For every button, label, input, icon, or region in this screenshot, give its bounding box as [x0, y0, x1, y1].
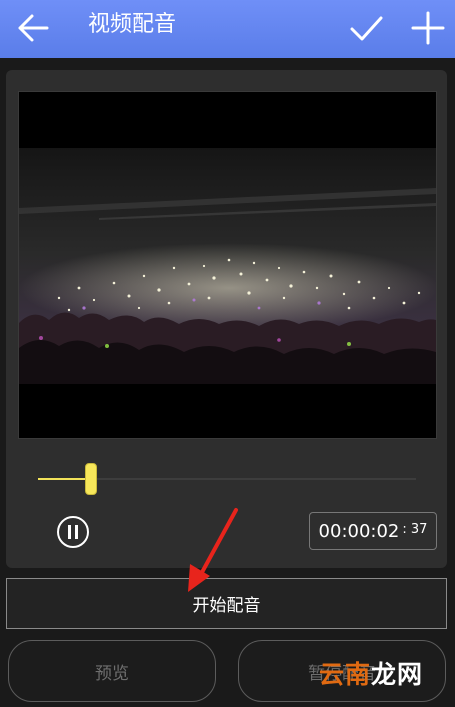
annotation-arrow-icon	[188, 508, 238, 592]
seek-thumb[interactable]	[84, 463, 97, 495]
back-arrow-icon[interactable]	[14, 8, 54, 48]
pause-icon[interactable]	[56, 515, 90, 549]
preview-button[interactable]: 预览	[8, 640, 216, 702]
watermark-part1: 云南	[319, 660, 372, 689]
concert-video-frame	[19, 148, 436, 384]
watermark-part2: 龙网	[371, 660, 424, 689]
top-bar: 视频配音	[0, 0, 455, 58]
video-preview[interactable]	[18, 91, 437, 439]
plus-icon[interactable]	[408, 8, 448, 48]
time-readout: 00:00:02 : 37	[309, 512, 437, 550]
page-title: 视频配音	[88, 12, 177, 37]
time-fraction: : 37	[402, 521, 428, 537]
check-icon[interactable]	[346, 8, 386, 48]
watermark-logo: 云南龙网	[319, 660, 423, 690]
seek-progress	[38, 478, 91, 480]
time-main: 00:00:02	[318, 520, 400, 542]
